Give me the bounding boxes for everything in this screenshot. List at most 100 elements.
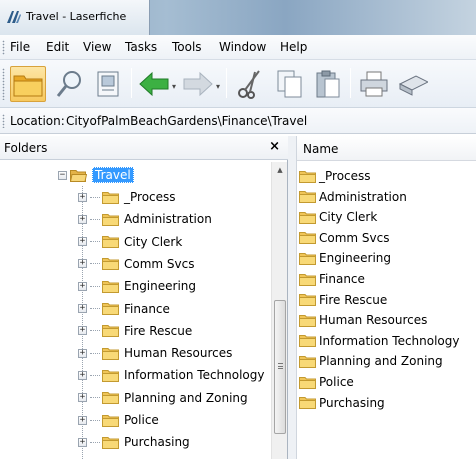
tree-item[interactable]: + Administration — [78, 208, 212, 230]
expand-icon[interactable]: + — [78, 370, 87, 380]
tree-connector — [90, 263, 100, 265]
list-item[interactable]: Administration — [299, 187, 407, 207]
tree-item[interactable]: + Engineering — [78, 275, 196, 297]
list-item-label: Fire Rescue — [319, 292, 388, 307]
menu-file[interactable]: File — [10, 40, 30, 54]
list-item[interactable]: Finance — [299, 269, 365, 289]
list-item[interactable]: Purchasing — [299, 393, 385, 413]
printer-icon — [360, 71, 388, 97]
list-item[interactable]: _Process — [299, 166, 371, 186]
menu-help[interactable]: Help — [280, 40, 307, 54]
tree-item[interactable]: + Purchasing — [78, 431, 190, 453]
scan-button[interactable] — [396, 66, 430, 102]
list-item-label: Police — [319, 375, 354, 389]
tree-item[interactable]: + Human Resources — [78, 342, 232, 364]
toolbar-grip[interactable] — [2, 68, 5, 100]
folders-pane-title: Folders — [4, 141, 48, 155]
tree-connector — [90, 419, 100, 421]
expand-icon[interactable]: + — [78, 415, 87, 425]
expand-icon[interactable]: + — [78, 326, 87, 336]
list-item-label: City Clerk — [319, 210, 378, 225]
title-bar[interactable]: Travel - Laserfiche — [0, 0, 476, 35]
tree-connector — [90, 285, 100, 287]
scissors-icon — [238, 70, 260, 99]
folder-icon — [102, 280, 119, 293]
expand-icon[interactable]: + — [78, 348, 87, 358]
tree-connector — [90, 397, 100, 399]
browse-folder-button[interactable] — [10, 66, 46, 102]
list-item[interactable]: City Clerk — [299, 207, 377, 227]
folder-icon — [102, 325, 119, 338]
expand-icon[interactable]: + — [78, 192, 87, 202]
tree-item-label: Administration — [124, 212, 212, 227]
properties-button[interactable] — [90, 66, 126, 102]
print-button[interactable] — [356, 66, 392, 102]
folder-icon — [299, 294, 316, 307]
back-button[interactable] — [136, 66, 172, 102]
search-button[interactable] — [52, 66, 88, 102]
tree-connector — [90, 441, 100, 443]
menu-edit[interactable]: Edit — [46, 40, 69, 54]
forward-button[interactable] — [180, 66, 216, 102]
tree-item-label: Travel — [92, 167, 134, 183]
menu-view[interactable]: View — [83, 40, 111, 54]
tree-item[interactable]: + Fire Rescue — [78, 320, 192, 342]
location-path[interactable]: CityofPalmBeachGardens\Finance\Travel — [66, 114, 307, 128]
scroll-up-icon[interactable]: ▲ — [272, 162, 288, 178]
tree-item-travel[interactable]: − Travel — [58, 164, 134, 186]
forward-dropdown-icon[interactable]: ▾ — [216, 82, 220, 91]
list-item[interactable]: Planning and Zoning — [299, 351, 443, 371]
tree-item-label: City Clerk — [124, 234, 183, 249]
copy-button[interactable] — [272, 66, 308, 102]
collapse-icon[interactable]: − — [58, 170, 67, 180]
tree-item-label: Human Resources — [124, 346, 233, 361]
list-item-label: Engineering — [319, 251, 391, 266]
tree-item[interactable]: + Information Technology — [78, 364, 265, 386]
cut-button[interactable] — [232, 66, 268, 102]
expand-icon[interactable]: + — [78, 304, 87, 313]
search-icon — [56, 71, 81, 97]
folder-tree: − Travel + _Process + Administration + C… — [0, 164, 268, 459]
folder-icon — [102, 191, 119, 204]
paste-button[interactable] — [310, 66, 346, 102]
location-grip[interactable] — [2, 114, 5, 128]
name-column-header[interactable]: Name — [297, 136, 476, 161]
menu-tasks[interactable]: Tasks — [125, 40, 157, 54]
menu-tools[interactable]: Tools — [172, 40, 202, 54]
tree-item[interactable]: + _Process — [78, 186, 176, 208]
list-item[interactable]: Police — [299, 372, 354, 392]
tree-item-label: Police — [124, 413, 159, 427]
tree-item-label: _Process — [124, 190, 176, 204]
laserfiche-icon — [7, 11, 21, 23]
tree-item[interactable]: + Finance — [78, 298, 170, 320]
expand-icon[interactable]: + — [78, 214, 87, 224]
window-tab[interactable]: Travel - Laserfiche — [0, 0, 150, 35]
list-item[interactable]: Comm Svcs — [299, 228, 389, 248]
expand-icon[interactable]: + — [78, 281, 87, 291]
expand-icon[interactable]: + — [78, 259, 87, 269]
folder-icon — [102, 436, 119, 449]
tree-item[interactable]: + Police — [78, 409, 159, 431]
tree-item[interactable]: + Planning and Zoning — [78, 387, 248, 409]
folder-icon — [299, 191, 316, 204]
folders-scrollbar[interactable]: ▲ — [271, 162, 287, 459]
folders-pane: Folders × − Travel + _Process + Administ… — [0, 136, 288, 459]
tree-item[interactable]: + Comm Svcs — [78, 253, 194, 275]
close-icon[interactable]: × — [269, 139, 280, 154]
back-dropdown-icon[interactable]: ▾ — [172, 82, 176, 91]
expand-icon[interactable]: + — [78, 237, 87, 247]
open-folder-icon — [70, 169, 87, 182]
list-item[interactable]: Information Technology — [299, 331, 460, 351]
tree-item[interactable]: + City Clerk — [78, 231, 182, 253]
list-item-label: Administration — [319, 189, 407, 204]
list-item[interactable]: Human Resources — [299, 310, 427, 330]
list-item[interactable]: Fire Rescue — [299, 290, 387, 310]
menu-grip[interactable] — [2, 40, 5, 55]
scrollbar-thumb[interactable] — [274, 300, 286, 434]
menu-window[interactable]: Window — [219, 40, 266, 54]
pane-splitter[interactable] — [288, 136, 296, 459]
expand-icon[interactable]: + — [78, 393, 87, 403]
tree-connector — [90, 374, 100, 376]
list-item[interactable]: Engineering — [299, 248, 391, 268]
expand-icon[interactable]: + — [78, 437, 87, 447]
